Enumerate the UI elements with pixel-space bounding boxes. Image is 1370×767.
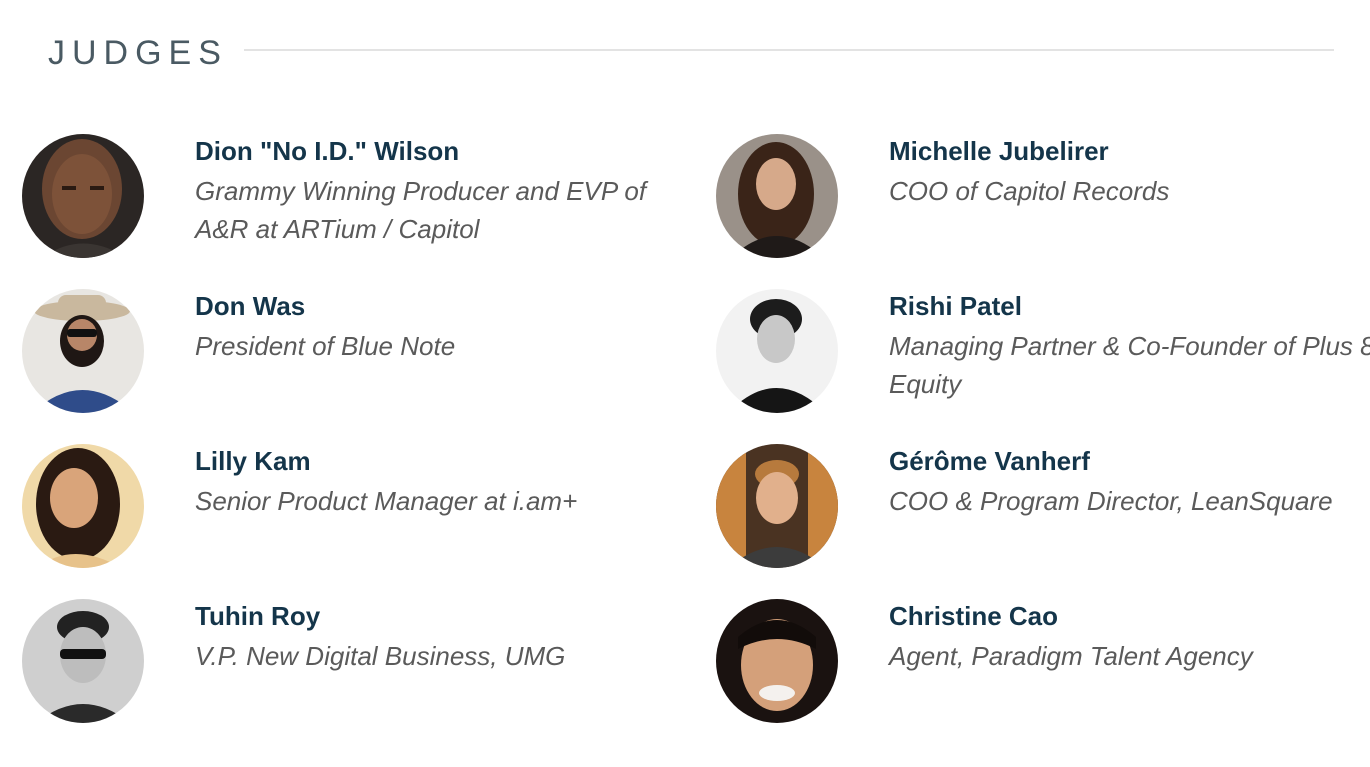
judge-avatar[interactable] <box>716 599 838 723</box>
judge-card: Dion "No I.D." Wilson Grammy Winning Pro… <box>22 134 682 264</box>
judge-card: Gérôme Vanherf COO & Program Director, L… <box>716 444 1370 574</box>
person-photo-icon <box>22 599 144 723</box>
judge-card: Rishi Patel Managing Partner & Co-Founde… <box>716 289 1370 419</box>
judge-name[interactable]: Michelle Jubelirer <box>889 136 1109 167</box>
judge-name[interactable]: Gérôme Vanherf <box>889 446 1090 477</box>
judge-title: Grammy Winning Producer and EVP of A&R a… <box>195 176 647 244</box>
judge-card: Lilly Kam Senior Product Manager at i.am… <box>22 444 682 574</box>
judge-name[interactable]: Don Was <box>195 291 305 322</box>
judge-name[interactable]: Lilly Kam <box>195 446 311 477</box>
judge-avatar[interactable] <box>716 134 838 258</box>
judge-title: V.P. New Digital Business, UMG <box>195 641 566 671</box>
judge-title: COO of Capitol Records <box>889 176 1170 206</box>
judge-avatar[interactable] <box>22 444 144 568</box>
judge-avatar[interactable] <box>716 444 838 568</box>
section-divider <box>244 49 1334 51</box>
person-photo-icon <box>22 134 144 258</box>
section-title: JUDGES <box>48 34 228 72</box>
judge-avatar[interactable] <box>22 599 144 723</box>
judge-card: Christine Cao Agent, Paradigm Talent Age… <box>716 599 1370 729</box>
judges-page: JUDGES Dion "No I.D." Wilson Grammy Winn… <box>0 0 1370 767</box>
person-photo-icon <box>716 134 838 258</box>
judge-name[interactable]: Dion "No I.D." Wilson <box>195 136 459 167</box>
judge-name[interactable]: Christine Cao <box>889 601 1058 632</box>
judge-name[interactable]: Tuhin Roy <box>195 601 320 632</box>
person-photo-icon <box>716 599 838 723</box>
person-photo-icon <box>22 444 144 568</box>
person-photo-icon <box>22 289 144 413</box>
judge-title: Managing Partner & Co-Founder of Plus 8 … <box>889 331 1370 399</box>
judge-card: Michelle Jubelirer COO of Capitol Record… <box>716 134 1370 264</box>
judge-avatar[interactable] <box>716 289 838 413</box>
judge-title: Agent, Paradigm Talent Agency <box>889 641 1253 671</box>
judge-card: Tuhin Roy V.P. New Digital Business, UMG <box>22 599 682 729</box>
judge-avatar[interactable] <box>22 289 144 413</box>
judge-title: Senior Product Manager at i.am+ <box>195 486 578 516</box>
judge-title: COO & Program Director, LeanSquare <box>889 486 1333 516</box>
person-photo-icon <box>716 444 838 568</box>
section-header: JUDGES <box>48 30 1338 78</box>
person-photo-icon <box>716 289 838 413</box>
judge-avatar[interactable] <box>22 134 144 258</box>
judge-title: President of Blue Note <box>195 331 456 361</box>
judge-name[interactable]: Rishi Patel <box>889 291 1022 322</box>
judge-card: Don Was President of Blue Note <box>22 289 682 419</box>
